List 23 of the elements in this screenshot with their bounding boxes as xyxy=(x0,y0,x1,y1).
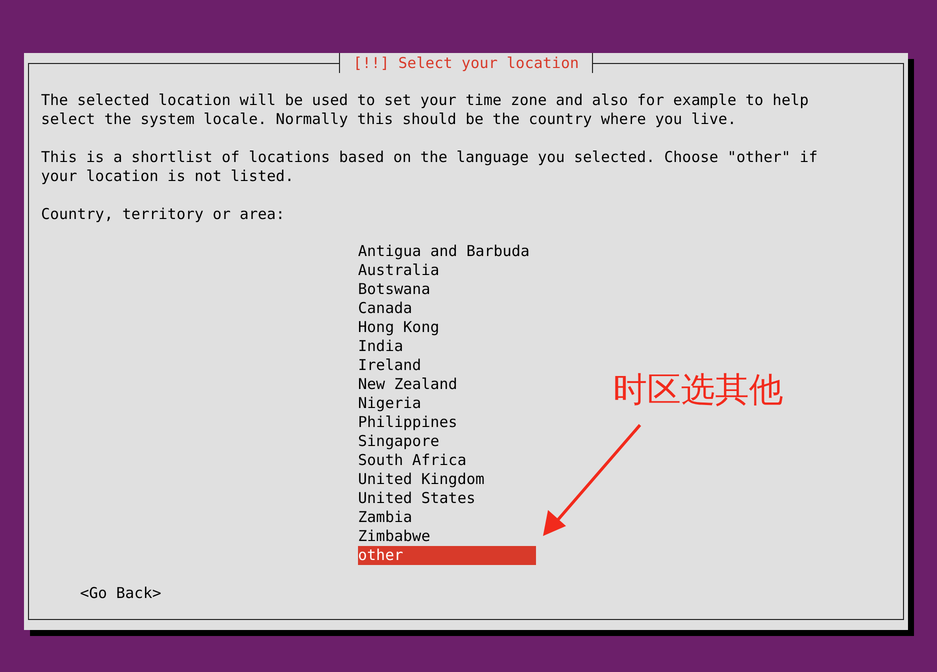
country-option[interactable]: Hong Kong xyxy=(358,318,536,337)
country-option[interactable]: United Kingdom xyxy=(358,470,536,489)
instruction-text: This is a shortlist of locations based on the language you selected. Choose "other" if your location is not listed. xyxy=(41,148,819,186)
list-label: Country, territory or area: xyxy=(41,205,286,224)
country-option[interactable]: Ireland xyxy=(358,356,536,375)
country-option[interactable]: Zambia xyxy=(358,508,536,527)
country-option[interactable]: Australia xyxy=(358,261,536,280)
instruction-text: The selected location will be used to set your time zone and also for example to help select the system locale. Normally this should be the country where you live. xyxy=(41,91,810,129)
country-option[interactable]: Canada xyxy=(358,299,536,318)
annotation-text: 时区选其他 xyxy=(613,369,783,412)
dialog-title: [!!] Select your location xyxy=(339,53,593,73)
country-option[interactable]: Philippines xyxy=(358,413,536,432)
country-option[interactable]: South Africa xyxy=(358,451,536,470)
country-option[interactable]: Nigeria xyxy=(358,394,536,413)
country-option[interactable]: Singapore xyxy=(358,432,536,451)
country-option[interactable]: United States xyxy=(358,489,536,508)
country-option[interactable]: India xyxy=(358,337,536,356)
country-option[interactable]: Antigua and Barbuda xyxy=(358,242,536,261)
country-option[interactable]: Botswana xyxy=(358,280,536,299)
country-option[interactable]: Zimbabwe xyxy=(358,527,536,546)
go-back-button[interactable]: <Go Back> xyxy=(80,584,162,603)
country-option[interactable]: New Zealand xyxy=(358,375,536,394)
country-option[interactable]: other xyxy=(358,546,536,565)
